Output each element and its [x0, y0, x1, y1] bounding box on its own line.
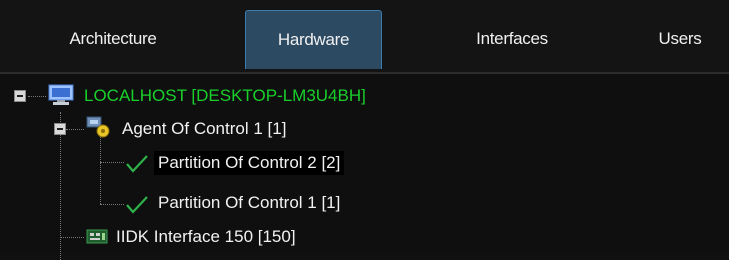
tree-line [100, 162, 124, 163]
collapse-toggle[interactable] [54, 123, 66, 135]
hardware-tree: LOCALHOST [DESKTOP-LM3U4BH] Agent Of Con… [0, 74, 729, 260]
collapse-toggle[interactable] [14, 90, 26, 102]
tab-architecture[interactable]: Architecture [38, 10, 188, 68]
tab-interfaces[interactable]: Interfaces [437, 10, 587, 68]
checkmark-icon [126, 155, 148, 173]
tab-users[interactable]: Users [630, 10, 729, 68]
tab-hardware[interactable]: Hardware [245, 10, 382, 69]
computer-icon [48, 84, 74, 105]
tree-line [100, 204, 124, 205]
tab-label: Architecture [69, 29, 157, 48]
tab-bar: Architecture Hardware Interfaces Users [0, 0, 729, 74]
tab-label: Users [658, 29, 702, 48]
tree-node-iidk-interface[interactable]: IIDK Interface 150 [150] [112, 224, 300, 250]
checkmark-icon [126, 196, 148, 214]
tab-label: Hardware [277, 30, 350, 49]
node-label: Partition Of Control 1 [1] [158, 193, 341, 212]
node-label: LOCALHOST [DESKTOP-LM3U4BH] [84, 86, 366, 105]
tree-line [28, 96, 46, 97]
tab-label: Interfaces [476, 29, 548, 48]
tree-node-localhost[interactable]: LOCALHOST [DESKTOP-LM3U4BH] [80, 83, 370, 109]
node-label: Agent Of Control 1 [1] [122, 119, 287, 138]
node-label: Partition Of Control 2 [2] [154, 151, 345, 175]
tree-node-partition-1[interactable]: Partition Of Control 1 [1] [154, 190, 344, 216]
tree-line [66, 129, 84, 130]
tree-node-agent[interactable]: Agent Of Control 1 [1] [118, 116, 290, 142]
tree-line [60, 237, 84, 238]
node-label: IIDK Interface 150 [150] [116, 227, 296, 246]
agent-icon [86, 116, 110, 138]
interface-board-icon [86, 229, 108, 244]
tree-line [100, 136, 101, 204]
tree-node-partition-2[interactable]: Partition Of Control 2 [2] [154, 150, 345, 176]
